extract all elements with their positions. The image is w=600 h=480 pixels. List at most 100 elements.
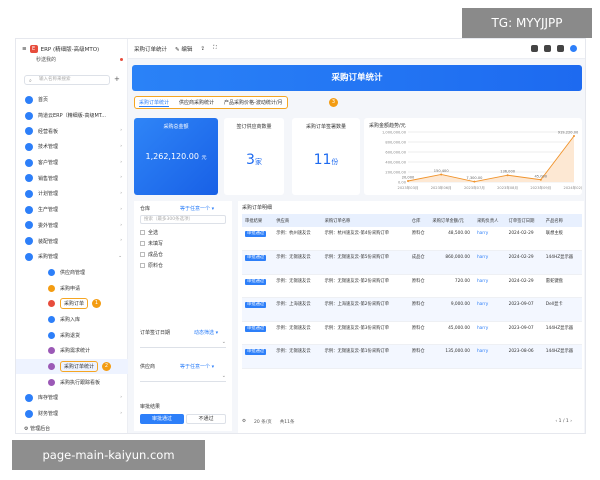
column-header[interactable]: 订单签订日期 [505,214,543,227]
table-row[interactable]: 审批通过 示例：杭州速友云 示例：杭州速友云-第4份采购订单 原料仓 48,500.00… [242,227,582,251]
table-cell: 9,000.00 [429,297,474,322]
fullscreen-icon[interactable]: ⛶ [213,45,217,52]
column-header[interactable]: 审批结果 [242,214,274,227]
sidebar-subitem[interactable]: 采购订单 1 [16,296,128,312]
page-indicator[interactable]: ‹ 1 / 1 › [555,419,572,425]
option-raw[interactable]: 原料仓 [140,262,163,269]
chevron-icon: › [120,206,122,212]
sidebar-subitem[interactable]: 采购订单统计 2 [16,358,128,375]
add-icon[interactable]: + [114,75,120,83]
table-cell: 2023-08-06 [505,344,543,369]
y-tick-label: 600,000.00 [385,151,406,155]
sidebar-item[interactable]: 生产管理 › [16,202,128,218]
table-row[interactable]: 审批通过 示例：无锡速友云 示例：无锡速友云-第5份采购订单 成品仓 860,000.0… [242,250,582,275]
share-icon[interactable]: ⇪ [200,46,205,52]
sidebar-item[interactable]: 财务管理 › [16,406,128,422]
sub-item-icon [48,268,55,276]
sidebar-subitem[interactable]: 供应商管理 [16,265,128,281]
sidebar: ≡ E ERP (精细版-高级MTO) 秒送我的 ⌕ 输入名称来搜索 + 首页简… [16,39,128,433]
sidebar-subitem[interactable]: 采购退货 [16,327,128,343]
column-header[interactable]: 供应商 [273,214,322,227]
y-tick-label: 400,000.00 [385,161,406,165]
rejected-button[interactable]: 不通过 [186,414,226,424]
step-badge: 1 [92,299,102,309]
menu-item-label: 委外管理 [38,222,59,229]
sidebar-item[interactable]: 首页 [16,92,128,108]
settings-icon[interactable]: ⚙ [242,419,246,425]
sidebar-item[interactable]: 经营看板 › [16,123,128,139]
sidebar-item[interactable]: 客户管理 › [16,155,128,171]
message-icon[interactable] [531,45,538,52]
data-label: 45,000 [535,174,548,178]
date-filter-mode[interactable]: 动态筛选 ▾ [194,329,218,336]
column-header[interactable]: 采购订单金额/元 [429,214,474,227]
menu-toggle-icon[interactable]: ≡ [22,46,27,52]
option-finished-label: 成品仓 [148,252,164,258]
kpi-supplier-value: 3 [246,152,255,168]
table-row[interactable]: 审批通过 示例：上海速友云 示例：上海速友云-第2份采购订单 原料仓 9,000.00 h… [242,297,582,322]
sidebar-item[interactable]: 采购管理 ⌄ [16,249,128,265]
menu-search-input[interactable]: ⌕ 输入名称来搜索 [24,75,110,85]
sidebar-item[interactable]: 销售管理 › [16,170,128,186]
sidebar-item[interactable]: 装配管理 › [16,233,128,249]
approval-tag: 审批通过 [245,255,267,261]
tab-supplier-stats[interactable]: 供应商采购统计 [179,99,214,106]
sidebar-item[interactable]: 技术管理 › [16,139,128,155]
column-header[interactable]: 采购负责人 [473,214,506,227]
tab-price-trend[interactable]: 产品采购价格-波动统计/月 [224,99,283,106]
tab-order-stats[interactable]: 采购订单统计 [139,99,170,107]
help-icon[interactable] [557,45,564,52]
admin-link[interactable]: ⚙ 管理后台 [24,425,50,432]
supplier-filter-select[interactable]: ⌄ [140,373,226,382]
data-point [440,173,443,176]
sidebar-item[interactable]: 委外管理 › [16,218,128,234]
edit-button[interactable]: ✎ 编辑 [175,45,192,53]
sidebar-subitem[interactable]: 采购需求统计 [16,343,128,359]
y-tick-label: 800,000.00 [385,141,406,145]
purchase-icon [25,252,33,261]
warehouse-search-input[interactable]: 搜索（最多300条选项） [140,215,226,224]
avatar[interactable] [570,45,577,52]
table-cell: 示例：无锡速友云 [273,250,322,275]
sidebar-item[interactable]: 计划管理 › [16,186,128,202]
apps-icon[interactable] [544,45,551,52]
column-header[interactable]: 仓库 [408,214,430,227]
column-header[interactable]: 采购订单名称 [321,214,409,227]
table-row[interactable]: 审批通过 示例：无锡速友云 示例：无锡速友云-第1份采购订单 原料仓 135,000.0… [242,344,582,369]
approved-button[interactable]: 审批通过 [140,414,184,424]
order-detail-table: 采购订单明细 审批结果 供应商 采购订单名称 仓库 采购订单金额/元 采购负责人 订单签订日… [238,201,584,433]
sidebar-subitem[interactable]: 采购申请 [16,280,128,296]
data-label: 136,000 [500,170,516,174]
sidebar-item[interactable]: 库存管理 › [16,390,128,406]
page-size-select[interactable]: 20 条/页 [254,419,272,425]
sidebar-subitem[interactable]: 采购执行跟踪看板 [16,374,128,390]
warehouse-filter-mode[interactable]: 等于任意一个 ▾ [180,205,214,212]
app-title: ERP (精细版-高级MTO) [40,47,100,53]
inventory-icon [25,393,33,402]
app-brand[interactable]: ≡ E ERP (精细版-高级MTO) [22,45,99,53]
table-cell: harry [473,321,506,345]
option-all[interactable]: 全选 [140,229,158,236]
user-name[interactable]: 秒送我的 [36,56,56,63]
menu-item-label: 简道云ERP（精细版-高级MT... [38,113,106,120]
kpi-orders-label: 采购订单签署数量 [305,124,346,130]
column-header[interactable]: 产品名称 [542,214,582,227]
x-tick-label: 2023年08月 [497,185,518,190]
menu-item-label: 采购执行跟踪看板 [60,379,101,386]
option-finished[interactable]: 成品仓 [140,251,163,258]
table-cell: 2024-02-29 [505,274,543,298]
date-filter-select[interactable]: ⌄ [140,339,226,348]
table-cell: 审批通过 [242,227,274,251]
sidebar-item[interactable]: 简道云ERP（精细版-高级MT... [16,108,128,124]
menu-item-label: 采购退货 [60,332,81,339]
sidebar-subitem[interactable]: 采购入库 [16,312,128,328]
data-label: 7,300.00 [466,176,483,180]
option-empty[interactable]: 未填写 [140,240,163,247]
table-cell: 144HZ显示器 [542,250,582,275]
table-row[interactable]: 审批通过 示例：无锡速友云 示例：无锡速友云-第3份采购订单 原料仓 45,000.00… [242,321,582,345]
table-cell: 示例：无锡速友云 [273,321,322,345]
supplier-filter-mode[interactable]: 等于任意一个 ▾ [180,363,214,370]
table-cell: 审批通过 [242,274,274,298]
table-cell: 示例：上海速友云 [273,297,322,322]
table-row[interactable]: 审批通过 示例：无锡速友云 示例：无锡速友云-第2份采购订单 原料仓 720.00 har… [242,274,582,298]
